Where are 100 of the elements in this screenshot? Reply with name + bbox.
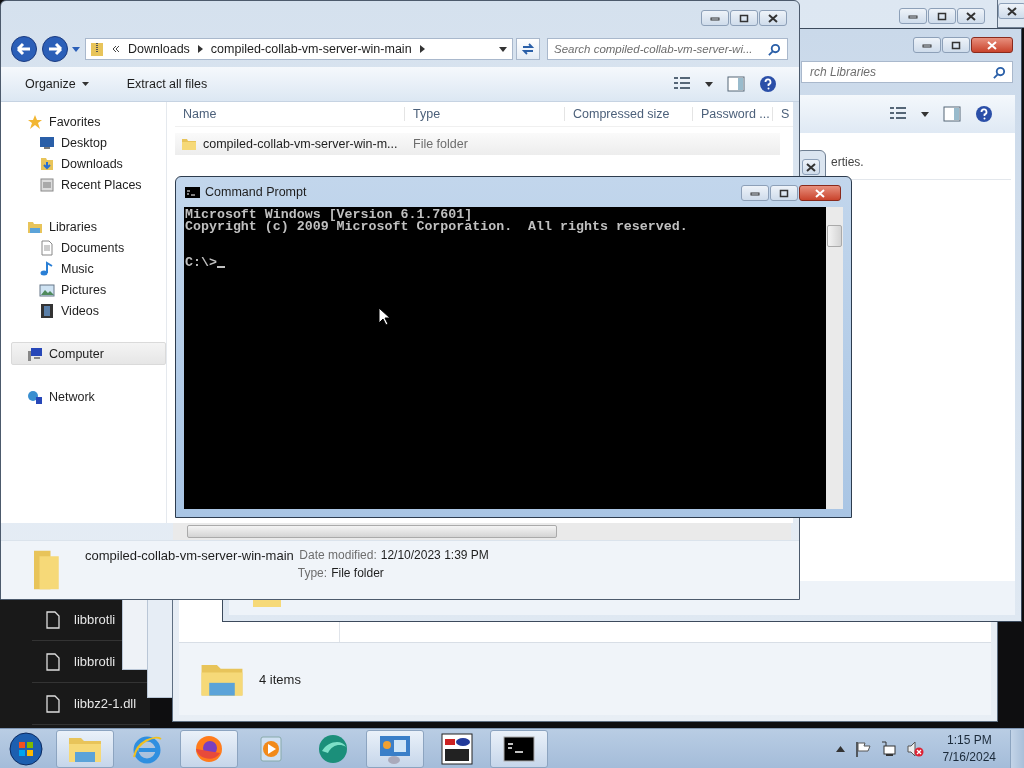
nav-item[interactable]: Desktop <box>5 132 166 153</box>
breadcrumb-item[interactable]: compiled-collab-vm-server-win-main <box>210 42 412 56</box>
nav-item[interactable]: Favorites <box>5 111 166 132</box>
minimize-icon <box>710 15 720 21</box>
folder-icon <box>181 137 197 151</box>
view-list-icon[interactable] <box>889 106 907 122</box>
close-button[interactable] <box>998 3 1024 19</box>
details-name: compiled-collab-vm-server-win-main <box>85 548 294 563</box>
file-type: File folder <box>412 137 468 151</box>
caret-icon[interactable] <box>499 46 507 52</box>
film-icon <box>39 302 55 319</box>
file-row[interactable]: libbrotli <box>32 652 116 671</box>
column-header[interactable]: Password ... <box>693 107 773 121</box>
document-icon <box>39 239 55 256</box>
close-button[interactable] <box>971 37 1013 53</box>
close-icon <box>1007 6 1017 16</box>
caret-icon[interactable] <box>705 81 713 87</box>
nav-item[interactable]: Libraries <box>5 216 166 237</box>
breadcrumb-item[interactable]: Downloads <box>128 42 190 56</box>
maximize-button[interactable] <box>942 37 970 53</box>
caret-icon <box>81 82 89 86</box>
close-icon <box>987 40 997 50</box>
maximize-button[interactable] <box>730 10 758 26</box>
swirl-icon <box>316 732 350 765</box>
clock-date: 7/16/2024 <box>942 748 996 766</box>
file-name: libbz2-1.dll <box>74 696 137 711</box>
maximize-button[interactable] <box>928 8 956 24</box>
minimize-icon <box>922 42 932 48</box>
file-icon <box>46 610 60 629</box>
flag-icon[interactable] <box>854 740 871 757</box>
search-field[interactable]: Search compiled-collab-vm-server-wi... <box>547 38 788 60</box>
maximize-icon <box>779 188 789 198</box>
refresh-button[interactable] <box>516 38 540 60</box>
caret-icon[interactable] <box>921 111 929 117</box>
console-output: Microsoft Windows [Version 6.1.7601] Copyright (c) 2009 Microsoft Corporation. All rights reserved. C:\> <box>184 207 826 509</box>
file-row[interactable]: libbz2-1.dll <box>32 694 137 713</box>
search-field[interactable]: rch Libraries <box>801 61 1013 83</box>
nav-item[interactable]: Documents <box>5 237 166 258</box>
info-text: erties. <box>831 155 864 169</box>
network-icon[interactable] <box>880 740 897 757</box>
toolbar-button[interactable]: Extract all files <box>118 73 216 95</box>
search-icon <box>768 42 781 56</box>
windows-logo-icon <box>9 731 43 766</box>
search-icon <box>993 65 1006 79</box>
refresh-icon <box>521 43 535 55</box>
column-header[interactable]: S <box>773 107 789 121</box>
close-icon <box>966 11 976 21</box>
arrow-icon[interactable] <box>419 45 425 53</box>
file-row[interactable]: libbrotli <box>32 610 116 629</box>
star-icon <box>27 113 43 130</box>
help-icon[interactable] <box>975 105 993 123</box>
details-value: 12/10/2023 1:39 PM <box>380 548 489 562</box>
nav-item[interactable]: Recent Places <box>5 174 166 195</box>
column-header[interactable]: Compressed size <box>565 107 693 121</box>
file-icon <box>46 652 60 671</box>
nav-item[interactable]: Pictures <box>5 279 166 300</box>
close-button[interactable] <box>802 159 820 175</box>
close-icon <box>815 188 825 198</box>
maximize-button[interactable] <box>770 185 798 201</box>
downloads-folder-icon <box>39 155 55 172</box>
column-header[interactable]: Type <box>405 107 565 121</box>
help-icon[interactable] <box>759 75 777 93</box>
toolbar-button[interactable]: Organize <box>17 73 97 95</box>
minimize-icon <box>750 190 760 196</box>
nav-item[interactable]: Music <box>5 258 166 279</box>
show-hidden-icons-icon[interactable] <box>835 745 845 752</box>
close-button[interactable] <box>957 8 985 24</box>
nav-item[interactable]: Videos <box>5 300 166 321</box>
horizontal-scrollbar[interactable] <box>173 523 791 540</box>
details-label: Date modified: <box>299 548 377 562</box>
file-name: libbrotli <box>74 612 116 627</box>
nav-item[interactable]: Computer <box>11 342 166 365</box>
close-button[interactable] <box>759 10 787 26</box>
arrow-icon[interactable] <box>197 45 203 53</box>
details-label: Type: <box>297 566 328 580</box>
view-list-icon[interactable] <box>673 76 691 92</box>
maximize-icon <box>739 13 749 23</box>
picture-icon <box>39 281 55 298</box>
clock-time: 1:15 PM <box>946 731 992 749</box>
status-text: 4 items <box>259 671 301 687</box>
address-bar[interactable]: Downloads compiled-collab-vm-server-win-main <box>85 38 513 60</box>
vertical-scrollbar[interactable] <box>826 207 843 509</box>
console-icon <box>503 735 535 762</box>
eye-logo-icon <box>441 732 473 765</box>
file-icon <box>46 694 60 713</box>
computer-icon <box>27 345 43 362</box>
close-button[interactable] <box>799 185 841 201</box>
column-header[interactable]: Name <box>175 107 405 121</box>
taskbar-button[interactable] <box>490 729 548 768</box>
network-icon <box>27 388 43 405</box>
close-icon <box>806 162 816 172</box>
nav-item[interactable]: Network <box>5 386 166 407</box>
nav-item[interactable]: Downloads <box>5 153 166 174</box>
clock[interactable]: 1:15 PM 7/16/2024 <box>942 731 996 766</box>
file-name: compiled-collab-vm-server-win-m... <box>203 137 398 151</box>
file-row[interactable]: compiled-collab-vm-server-win-m... File folder <box>175 133 780 155</box>
file-name: libbrotli <box>74 654 116 669</box>
window-title: Command Prompt <box>205 185 307 199</box>
muted-speaker-icon[interactable] <box>906 740 925 757</box>
maximize-icon <box>937 11 947 21</box>
